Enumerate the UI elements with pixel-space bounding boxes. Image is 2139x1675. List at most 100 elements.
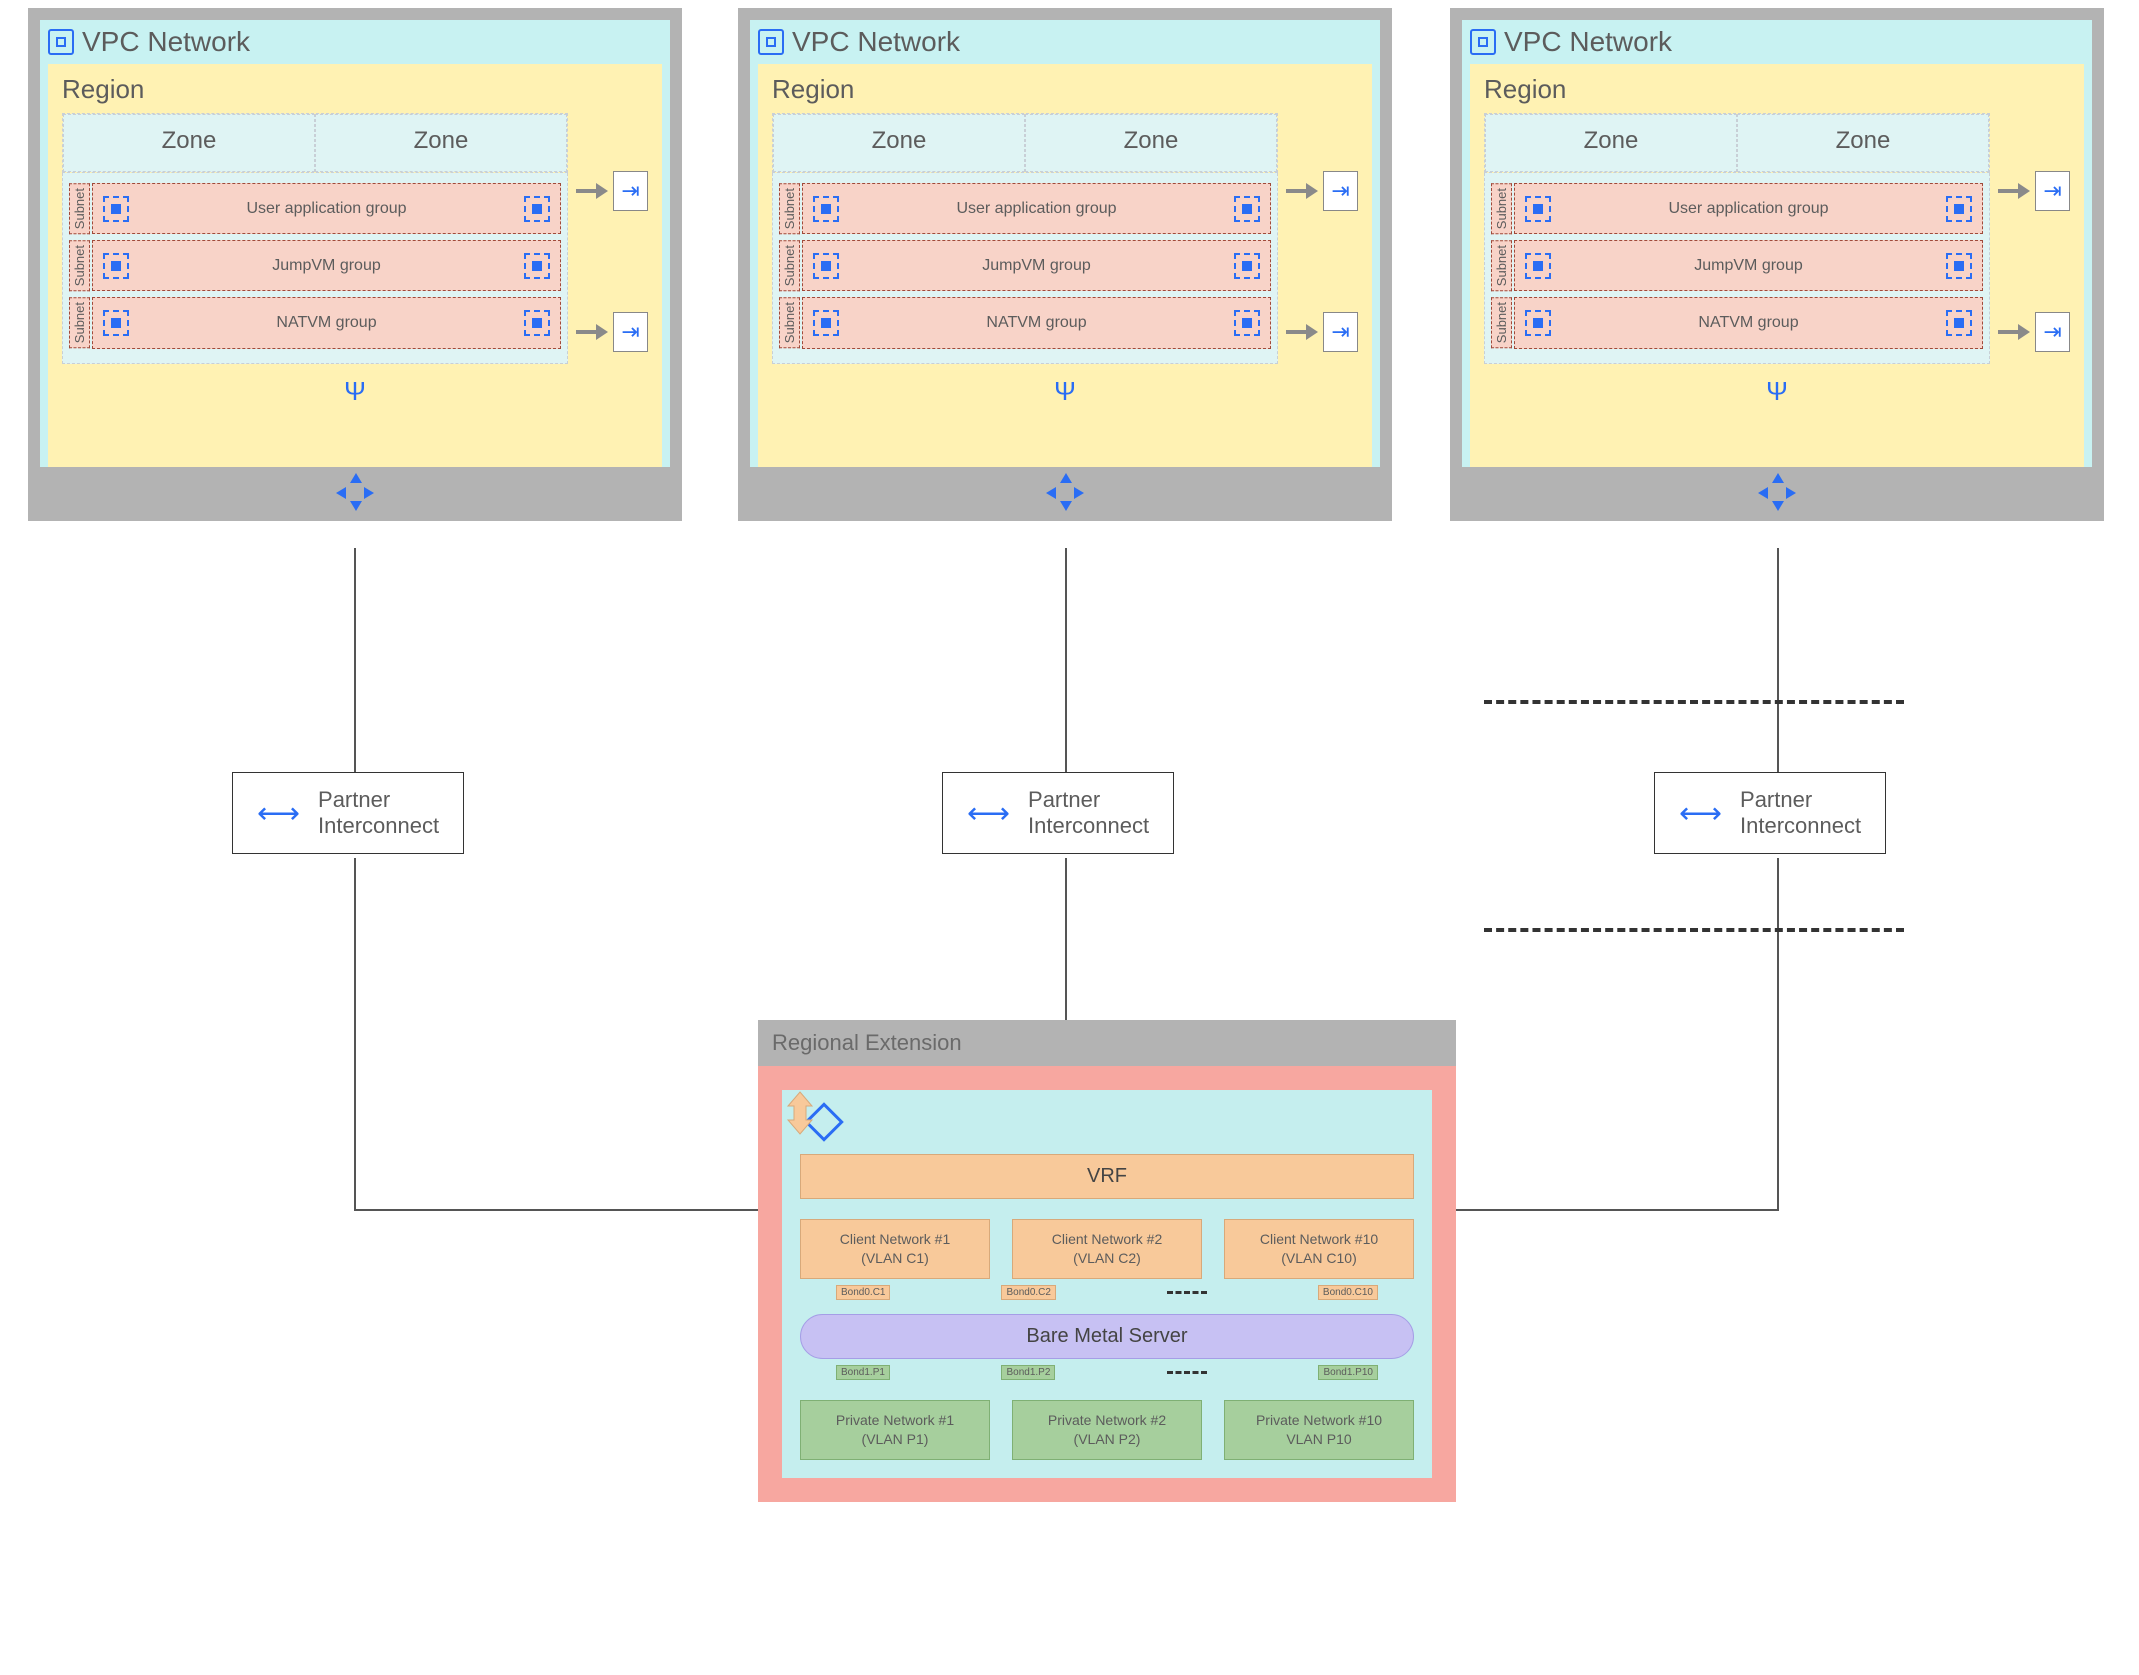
regional-extension-title: Regional Extension <box>758 1020 1456 1066</box>
subnet-label: Subnet <box>1491 183 1512 234</box>
vpc-icon <box>758 29 784 55</box>
natvm-group: NATVM group <box>802 297 1271 348</box>
lb-icon: ⇥ <box>1323 312 1358 352</box>
zone-label: Zone <box>1492 127 1730 155</box>
network-icon: Ψ <box>1054 376 1076 406</box>
region-title: Region <box>62 74 648 105</box>
subnet-label: Subnet <box>69 297 90 348</box>
instance-icon <box>1234 196 1260 222</box>
instance-icon <box>1234 253 1260 279</box>
natvm-group: NATVM group <box>92 297 561 348</box>
user-app-group: User application group <box>1514 183 1983 234</box>
instance-icon <box>813 253 839 279</box>
group-label: JumpVM group <box>1694 257 1803 275</box>
group-label: JumpVM group <box>982 257 1091 275</box>
user-app-group: User application group <box>92 183 561 234</box>
instance-icon <box>103 310 129 336</box>
interconnect-icon: ⟷ <box>257 796 300 831</box>
instance-icon <box>813 310 839 336</box>
priv-vlan: VLAN P10 <box>1231 1430 1407 1449</box>
bond-label: Bond1.P10 <box>1318 1365 1378 1380</box>
instance-icon <box>1525 310 1551 336</box>
client-network-10: Client Network #10(VLAN C10) <box>1224 1219 1414 1279</box>
region-title: Region <box>772 74 1358 105</box>
group-label: User application group <box>1668 200 1828 218</box>
priv-vlan: (VLAN P2) <box>1019 1430 1195 1449</box>
instance-icon <box>524 196 550 222</box>
instance-icon <box>1234 310 1260 336</box>
subnet-label: Subnet <box>69 183 90 234</box>
network-icon: Ψ <box>1766 376 1788 406</box>
lb-icon: ⇥ <box>613 171 648 211</box>
natvm-group: NATVM group <box>1514 297 1983 348</box>
region-title: Region <box>1484 74 2070 105</box>
partner-label-1: Partner <box>318 787 439 813</box>
private-network-10: Private Network #10VLAN P10 <box>1224 1400 1414 1460</box>
bare-metal-server: Bare Metal Server <box>800 1314 1414 1359</box>
subnet-label: Subnet <box>69 240 90 291</box>
vpc-block-3: VPC Network Region Zone Zone Subnet User … <box>1450 8 2104 521</box>
arrow-right-icon <box>576 187 599 195</box>
arrow-right-icon <box>1286 187 1309 195</box>
group-label: User application group <box>956 200 1116 218</box>
arrow-right-icon <box>1286 328 1309 336</box>
lb-icon: ⇥ <box>613 312 648 352</box>
instance-icon <box>103 253 129 279</box>
bond-label: Bond1.P2 <box>1001 1365 1055 1380</box>
priv-name: Private Network #2 <box>1019 1411 1195 1430</box>
priv-name: Private Network #10 <box>1231 1411 1407 1430</box>
partner-label-2: Interconnect <box>318 813 439 839</box>
arrow-right-icon <box>1998 187 2021 195</box>
priv-vlan: (VLAN P1) <box>807 1430 983 1449</box>
peering-icon <box>1760 475 1794 509</box>
instance-icon <box>103 196 129 222</box>
zone-label: Zone <box>70 127 308 155</box>
instance-icon <box>813 196 839 222</box>
vpc-icon <box>48 29 74 55</box>
partner-interconnect-1: ⟷ PartnerInterconnect <box>232 772 464 854</box>
partner-label-2: Interconnect <box>1740 813 1861 839</box>
instance-icon <box>1946 196 1972 222</box>
zone-label: Zone <box>1032 127 1270 155</box>
subnet-label: Subnet <box>779 297 800 348</box>
peering-icon <box>338 475 372 509</box>
zone-label: Zone <box>780 127 1018 155</box>
vrf-box: VRF <box>800 1154 1414 1199</box>
client-name: Client Network #10 <box>1231 1230 1407 1249</box>
instance-icon <box>1525 253 1551 279</box>
client-vlan: (VLAN C2) <box>1019 1249 1195 1268</box>
private-network-2: Private Network #2(VLAN P2) <box>1012 1400 1202 1460</box>
ellipsis-line-top <box>1484 700 1904 704</box>
group-label: NATVM group <box>986 314 1086 332</box>
peering-icon <box>1048 475 1082 509</box>
jumpvm-group: JumpVM group <box>92 240 561 291</box>
client-vlan: (VLAN C10) <box>1231 1249 1407 1268</box>
vpc-title: VPC Network <box>792 26 960 58</box>
partner-label-1: Partner <box>1028 787 1149 813</box>
group-label: NATVM group <box>276 314 376 332</box>
vpc-title: VPC Network <box>1504 26 1672 58</box>
client-vlan: (VLAN C1) <box>807 1249 983 1268</box>
bond-label: Bond0.C2 <box>1001 1285 1055 1300</box>
group-label: User application group <box>246 200 406 218</box>
partner-label-1: Partner <box>1740 787 1861 813</box>
vpc-block-1: VPC Network Region Zone Zone Subnet User… <box>28 8 682 521</box>
zone-label: Zone <box>1744 127 1982 155</box>
partner-interconnect-2: ⟷ PartnerInterconnect <box>942 772 1174 854</box>
group-label: NATVM group <box>1698 314 1798 332</box>
instance-icon <box>524 253 550 279</box>
zone-label: Zone <box>322 127 560 155</box>
partner-interconnect-3: ⟷ PartnerInterconnect <box>1654 772 1886 854</box>
stack-icon <box>804 1102 844 1142</box>
user-app-group: User application group <box>802 183 1271 234</box>
priv-name: Private Network #1 <box>807 1411 983 1430</box>
arrow-right-icon <box>576 328 599 336</box>
ellipsis-line-bottom <box>1484 928 1904 932</box>
client-name: Client Network #2 <box>1019 1230 1195 1249</box>
group-label: JumpVM group <box>272 257 381 275</box>
client-network-2: Client Network #2(VLAN C2) <box>1012 1219 1202 1279</box>
instance-icon <box>1946 253 1972 279</box>
lb-icon: ⇥ <box>1323 171 1358 211</box>
jumpvm-group: JumpVM group <box>1514 240 1983 291</box>
instance-icon <box>1946 310 1972 336</box>
